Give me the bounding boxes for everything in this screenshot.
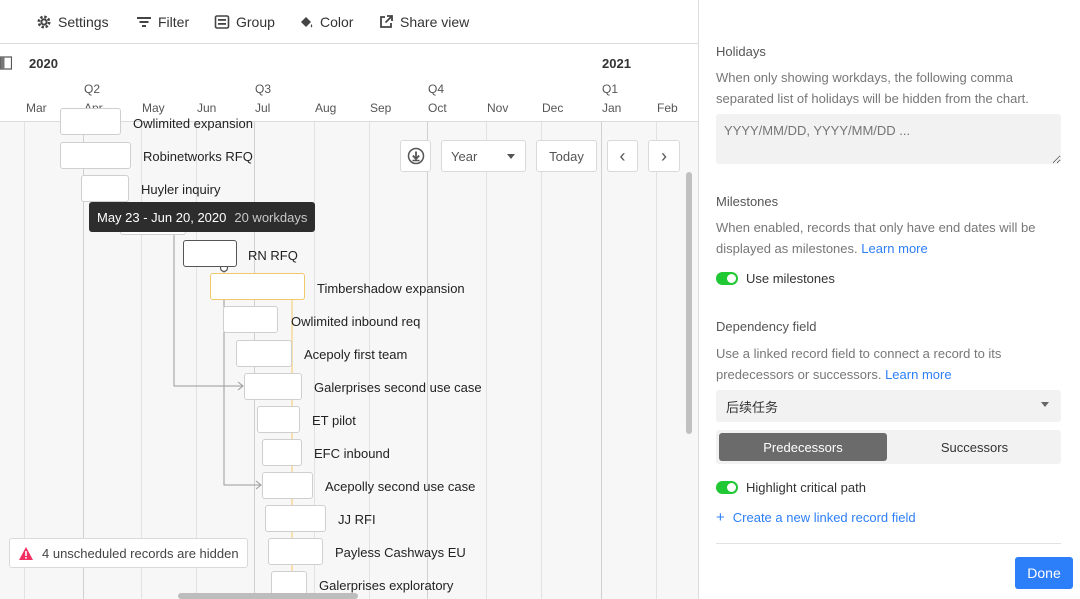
use-milestones-row[interactable]: Use milestones — [716, 271, 835, 286]
dependency-field-value: 后续任务 — [726, 399, 779, 415]
record-label: Galerprises exploratory — [319, 578, 454, 593]
record-bar[interactable] — [81, 175, 129, 202]
use-milestones-toggle[interactable] — [716, 272, 738, 285]
dependency-description-text: Use a linked record field to connect a r… — [716, 346, 1002, 382]
today-button[interactable]: Today — [536, 140, 597, 172]
vertical-scrollbar[interactable] — [686, 172, 692, 434]
unscheduled-warning[interactable]: 4 unscheduled records are hidden — [9, 538, 248, 568]
highlight-critical-toggle[interactable] — [716, 481, 738, 494]
share-icon — [380, 15, 393, 28]
color-button[interactable]: Color — [298, 12, 353, 32]
milestones-title: Milestones — [716, 194, 779, 209]
successors-option[interactable]: Successors — [891, 433, 1058, 461]
record-bar[interactable] — [60, 142, 131, 169]
predecessors-option[interactable]: Predecessors — [719, 433, 887, 461]
done-button[interactable]: Done — [1015, 557, 1073, 589]
paint-bucket-icon — [301, 17, 313, 28]
record-label: Robinetworks RFQ — [143, 149, 253, 164]
warning-icon — [19, 546, 33, 560]
group-button[interactable]: Group — [214, 12, 275, 32]
record-label: Owlimited expansion — [133, 116, 253, 131]
filter-button[interactable]: Filter — [136, 12, 189, 32]
group-icon — [214, 15, 230, 29]
create-linked-field-label: Create a new linked record field — [732, 510, 916, 525]
milestones-description: When enabled, records that only have end… — [716, 217, 1066, 259]
date-range-tooltip: May 23 - Jun 20, 2020 20 workdays — [89, 202, 316, 232]
record-bar[interactable] — [236, 340, 292, 367]
tooltip-workdays: 20 workdays — [234, 209, 308, 225]
record-bar[interactable] — [268, 538, 323, 565]
record-label: Payless Cashways EU — [335, 545, 466, 560]
settings-label: Settings — [58, 14, 109, 30]
time-scale-value: Year — [451, 148, 478, 164]
group-label: Group — [236, 14, 275, 30]
record-label: Acepoly first team — [304, 347, 408, 362]
tooltip-range: May 23 - Jun 20, 2020 — [97, 209, 227, 225]
next-button[interactable]: › — [648, 140, 680, 172]
holidays-input[interactable] — [716, 114, 1061, 164]
share-view-label: Share view — [400, 14, 470, 30]
record-label: JJ RFI — [338, 512, 376, 527]
highlight-critical-row[interactable]: Highlight critical path — [716, 480, 866, 495]
record-bar[interactable] — [257, 406, 300, 433]
record-bar[interactable] — [223, 306, 278, 333]
time-scale-select[interactable]: Year — [441, 140, 526, 172]
settings-button[interactable]: Settings — [36, 12, 109, 32]
dependency-learn-more-link[interactable]: Learn more — [885, 367, 951, 382]
gear-icon — [37, 15, 51, 29]
create-linked-field-link[interactable]: + Create a new linked record field — [716, 509, 916, 526]
milestones-learn-more-link[interactable]: Learn more — [861, 241, 927, 256]
record-label: Galerprises second use case — [314, 380, 482, 395]
highlight-critical-label: Highlight critical path — [746, 480, 866, 495]
record-label: Owlimited inbound req — [291, 314, 421, 329]
record-label: Huyler inquiry — [141, 182, 221, 197]
view-toolbar: Settings Filter Group Color Share view — [0, 0, 698, 44]
holidays-title: Holidays — [716, 44, 766, 59]
record-label: ET pilot — [312, 413, 356, 428]
color-label: Color — [320, 14, 354, 30]
record-bar[interactable] — [265, 505, 326, 532]
settings-panel: Holidays When only showing workdays, the… — [698, 0, 1080, 599]
panel-divider — [716, 543, 1061, 544]
chevron-right-icon: › — [661, 145, 667, 166]
use-milestones-label: Use milestones — [746, 271, 835, 286]
record-label: RN RFQ — [248, 248, 298, 263]
record-bar[interactable] — [262, 439, 302, 466]
filter-icon — [137, 17, 151, 27]
horizontal-scrollbar[interactable] — [178, 593, 358, 599]
record-bar[interactable] — [262, 472, 313, 499]
record-label: Timbershadow expansion — [317, 281, 465, 296]
record-bar[interactable] — [60, 108, 121, 135]
record-label: Acepolly second use case — [325, 479, 476, 494]
warning-text: 4 unscheduled records are hidden — [42, 545, 239, 561]
chevron-down-icon — [507, 154, 515, 159]
record-bar-selected[interactable] — [183, 240, 237, 267]
previous-button[interactable]: ‹ — [607, 140, 638, 172]
share-view-button[interactable]: Share view — [378, 12, 469, 32]
holidays-description: When only showing workdays, the followin… — [716, 70, 1029, 106]
record-bar[interactable] — [244, 373, 302, 400]
chevron-left-icon: ‹ — [619, 145, 626, 166]
download-icon — [407, 147, 424, 165]
download-button[interactable] — [400, 140, 431, 172]
chevron-down-icon — [1041, 402, 1049, 407]
filter-label: Filter — [158, 14, 190, 30]
gantt-chart: 2020 2021 Q2 Q3 Q4 Q1 Mar Apr May Jun Ju… — [0, 44, 698, 599]
dependency-title: Dependency field — [716, 319, 817, 334]
dependency-description: Use a linked record field to connect a r… — [716, 343, 1066, 385]
dependency-field-select[interactable]: 后续任务 — [716, 390, 1061, 422]
plus-icon: + — [716, 509, 725, 526]
record-label: EFC inbound — [314, 446, 390, 461]
today-label: Today — [549, 148, 584, 164]
dependency-direction-toggle: Predecessors Successors — [716, 430, 1061, 464]
record-bar-critical[interactable] — [210, 273, 305, 300]
